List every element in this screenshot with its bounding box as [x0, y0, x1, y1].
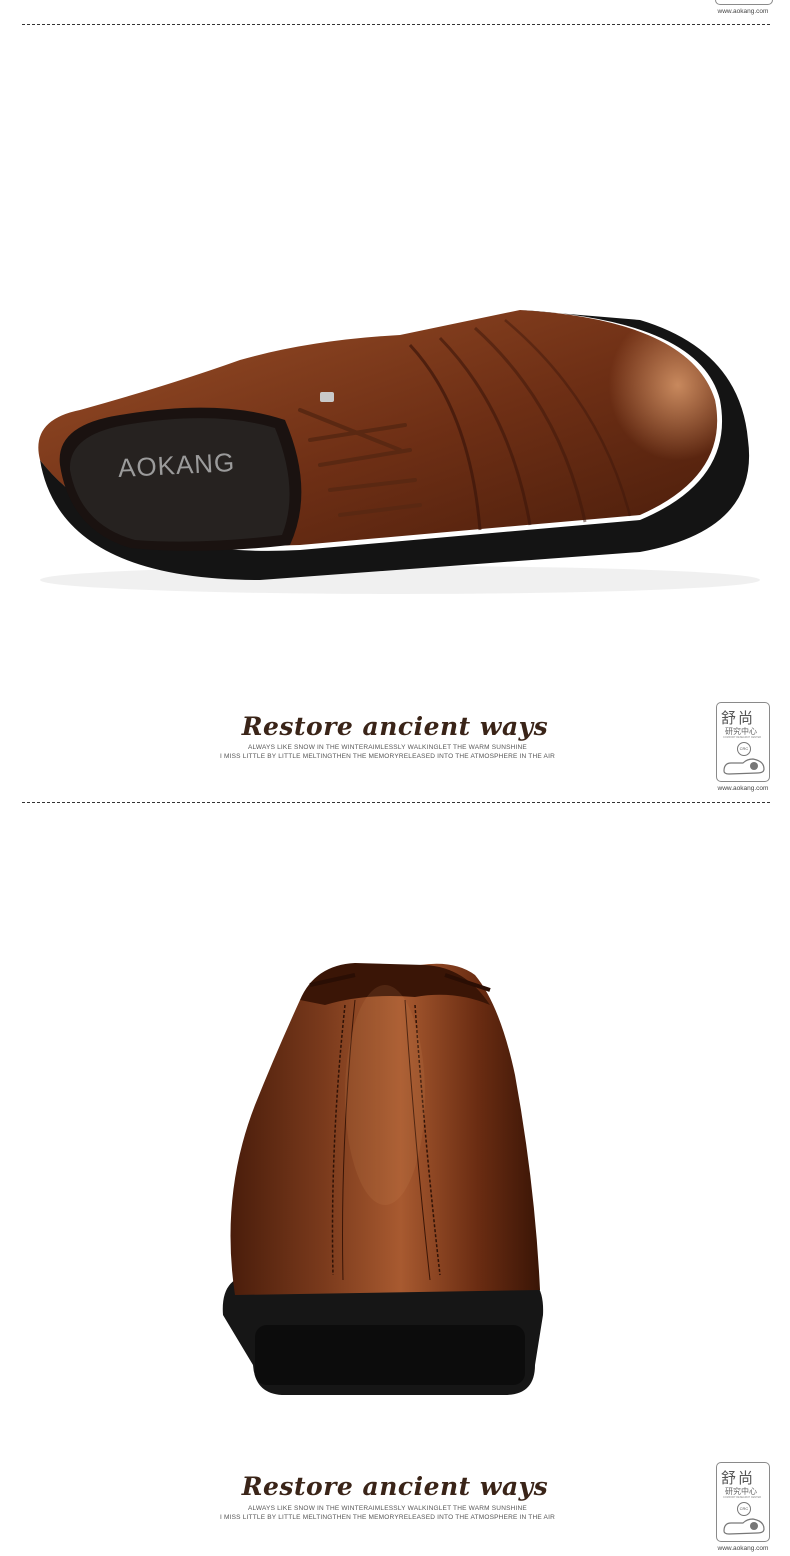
section2-title: Restore ancient ways — [241, 1472, 549, 1501]
top-badge-url: www.aokang.com — [717, 8, 769, 15]
badge-cn-title: 舒尚 — [721, 709, 756, 727]
divider-middle — [22, 802, 770, 803]
product-photo-rear-view — [215, 945, 555, 1405]
badge2-en-sub: COMFORT RESEARCH CENTER — [723, 1496, 762, 1499]
badge2-crc: CRC — [737, 1502, 751, 1516]
comfort-research-badge: 舒尚 研究中心 COMFORT RESEARCH CENTER CRC — [716, 702, 770, 782]
badge-crc: CRC — [737, 742, 751, 756]
badge-en-sub: COMFORT RESEARCH CENTER — [723, 736, 762, 739]
section1-line2: I MISS LITTLE BY LITTLE MELTINGTHEN THE … — [220, 753, 555, 760]
product-photo-side-view — [0, 290, 790, 610]
badge2-cn-title: 舒尚 — [721, 1469, 756, 1487]
badge2-url: www.aokang.com — [717, 1545, 769, 1552]
top-badge-fragment — [715, 0, 773, 5]
section2-line1: ALWAYS LIKE SNOW IN THE WINTERAIMLESSLY … — [248, 1505, 527, 1512]
shoe-icon — [721, 755, 767, 777]
section2-line2: I MISS LITTLE BY LITTLE MELTINGTHEN THE … — [220, 1514, 555, 1521]
section1-title: Restore ancient ways — [241, 712, 549, 741]
divider-top — [22, 24, 770, 25]
shoe-icon — [721, 1515, 767, 1537]
insole-logo: AOKANG — [117, 446, 236, 484]
badge-url: www.aokang.com — [717, 785, 769, 792]
comfort-research-badge-2: 舒尚 研究中心 COMFORT RESEARCH CENTER CRC — [716, 1462, 770, 1542]
section1-line1: ALWAYS LIKE SNOW IN THE WINTERAIMLESSLY … — [248, 744, 527, 751]
